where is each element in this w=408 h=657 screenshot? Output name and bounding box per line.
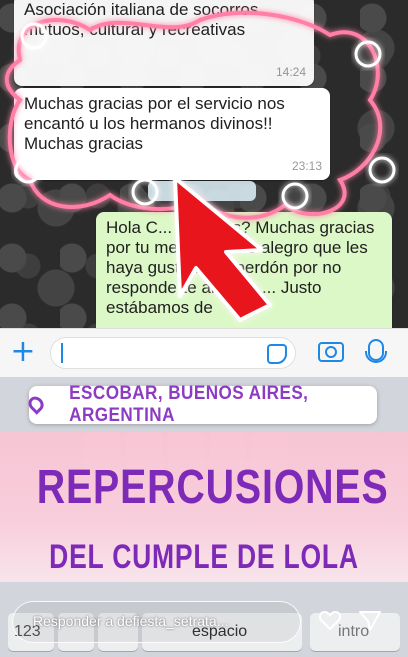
heart-icon[interactable] bbox=[318, 609, 342, 631]
story-title: REPERCUSIONES bbox=[36, 461, 389, 514]
heart-doodle bbox=[4, 10, 383, 220]
microphone-icon[interactable] bbox=[365, 339, 387, 363]
plus-icon[interactable]: + bbox=[10, 337, 36, 367]
doodle-loop bbox=[281, 182, 309, 210]
message-input-bar: + bbox=[0, 328, 408, 377]
camera-icon[interactable] bbox=[318, 342, 344, 362]
text-caret bbox=[61, 343, 63, 363]
chat-screenshot: Asociación italiana de socorros mutuos, … bbox=[0, 0, 408, 330]
neon-doodle-overlay bbox=[4, 10, 396, 322]
doodle-loop bbox=[20, 22, 48, 50]
send-icon[interactable] bbox=[358, 609, 382, 633]
reply-input[interactable]: Responder a defiesta_setrata... bbox=[12, 601, 301, 643]
red-arrow-sticker bbox=[173, 176, 272, 322]
location-text: ESCOBAR, BUENOS AIRES, ARGENTINA bbox=[69, 383, 309, 426]
location-pin-icon bbox=[25, 393, 47, 415]
message-input[interactable] bbox=[50, 337, 296, 369]
story-subtitle: DEL CUMPLE DE LOLA bbox=[49, 538, 359, 576]
doodle-loop bbox=[131, 178, 159, 206]
sticker-icon[interactable] bbox=[267, 344, 287, 364]
doodle-loop bbox=[368, 156, 396, 184]
reply-placeholder: Responder a defiesta_setrata... bbox=[33, 613, 229, 629]
location-sticker[interactable]: ESCOBAR, BUENOS AIRES, ARGENTINA bbox=[25, 383, 377, 426]
